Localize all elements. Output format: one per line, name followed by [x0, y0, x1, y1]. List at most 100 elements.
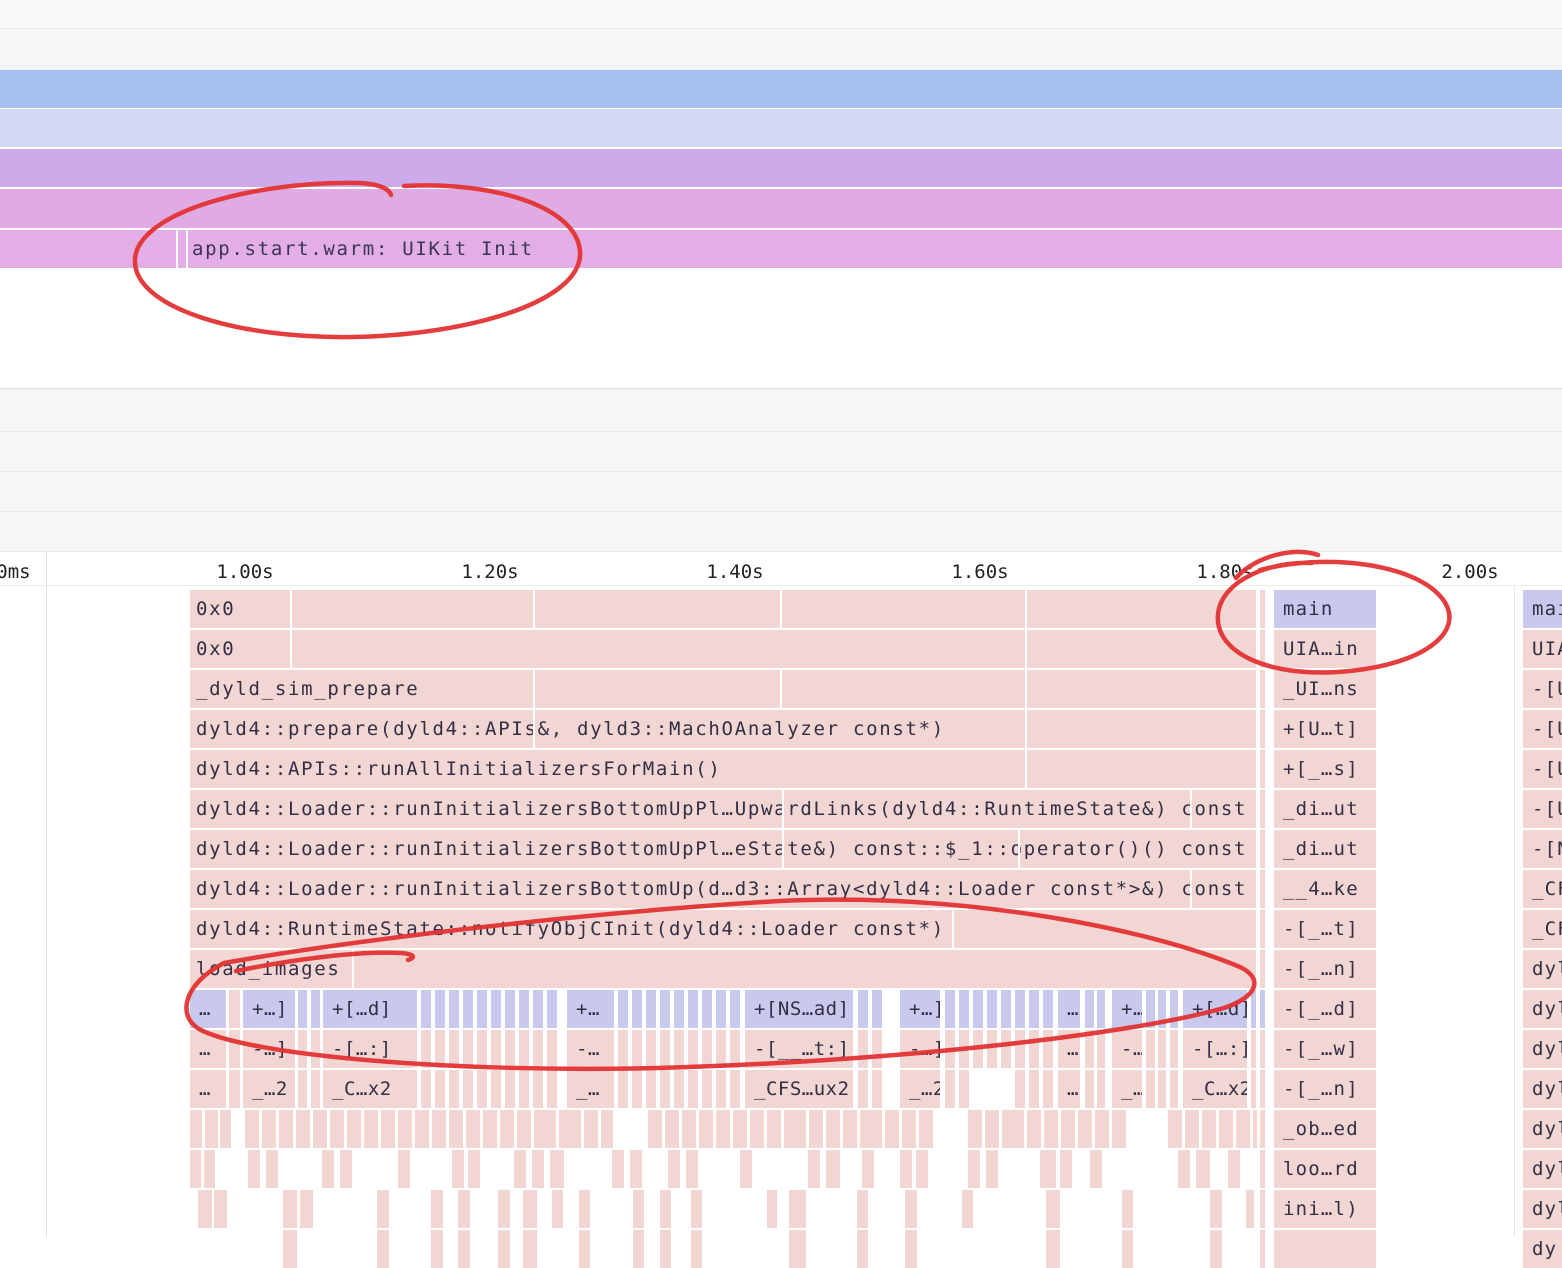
flame-frame[interactable] [519, 990, 529, 1028]
mini-bar[interactable] [862, 1150, 874, 1188]
flame-frame[interactable] [435, 1070, 445, 1108]
mini-bar[interactable] [968, 1110, 982, 1148]
mini-bar[interactable] [1246, 1190, 1254, 1228]
stack-cell[interactable]: -[_…d] [1274, 990, 1376, 1028]
flame-frame[interactable] [646, 1070, 656, 1108]
flame-frame[interactable]: _C…x2 [1183, 1070, 1247, 1108]
flame-frame[interactable] [973, 1030, 983, 1068]
flame-frame[interactable] [1170, 990, 1178, 1028]
mini-bar[interactable] [398, 1150, 410, 1188]
flame-frame[interactable]: -…] [243, 1030, 295, 1068]
flame-frame[interactable] [1260, 990, 1265, 1028]
mini-bar[interactable] [1260, 1110, 1265, 1148]
flame-frame[interactable]: -…] [900, 1030, 940, 1068]
mini-bar[interactable] [826, 1110, 840, 1148]
mini-bar[interactable] [660, 1230, 671, 1268]
flame-frame[interactable] [463, 990, 473, 1028]
mini-bar[interactable] [1219, 1110, 1233, 1148]
flame-frame[interactable] [730, 990, 740, 1028]
flame-frame[interactable] [858, 1030, 868, 1068]
stack-cell[interactable]: -[_…n] [1274, 1070, 1376, 1108]
mini-bar[interactable] [691, 1230, 702, 1268]
mini-bar[interactable] [630, 1150, 642, 1188]
flame-frame[interactable]: … [1058, 990, 1080, 1028]
flame-frame[interactable] [646, 1030, 656, 1068]
flame-frame[interactable] [716, 990, 726, 1028]
flame-frame[interactable] [945, 990, 955, 1028]
stack-cell-far[interactable]: dyl [1523, 1030, 1562, 1068]
flame-frame[interactable] [632, 990, 642, 1028]
stack-cell-far[interactable]: dyl [1523, 1190, 1562, 1228]
flame-frame[interactable] [1251, 1070, 1256, 1108]
flame-frame[interactable] [421, 990, 431, 1028]
flame-frame[interactable]: +… [567, 990, 614, 1028]
flame-frame[interactable] [688, 990, 698, 1028]
flame-frame[interactable] [632, 1070, 642, 1108]
flame-frame[interactable]: … [1058, 1070, 1080, 1108]
flame-frame[interactable] [674, 1070, 684, 1108]
flame-frame[interactable] [1158, 990, 1166, 1028]
mini-bar[interactable] [843, 1110, 857, 1148]
mini-bar[interactable] [584, 1110, 598, 1148]
flame-frame[interactable]: … [190, 1070, 226, 1108]
mini-bar[interactable] [1027, 1110, 1041, 1148]
mini-bar[interactable] [283, 1230, 297, 1268]
track-lavender[interactable] [0, 109, 1562, 147]
track-pink[interactable] [0, 189, 1562, 228]
mini-bar[interactable] [1090, 1150, 1102, 1188]
frame-sliver[interactable] [1260, 830, 1265, 868]
flame-frame[interactable] [435, 1030, 445, 1068]
mini-bar[interactable] [1178, 1150, 1190, 1188]
flame-frame[interactable]: _dyld_sim_prepare [190, 670, 1256, 708]
flame-frame[interactable] [533, 990, 543, 1028]
flame-frame[interactable]: … [1058, 1030, 1080, 1068]
mini-bar[interactable] [826, 1150, 840, 1188]
mini-bar[interactable] [686, 1150, 698, 1188]
stack-cell[interactable]: +[U…t] [1274, 710, 1376, 748]
flame-frame[interactable] [660, 1030, 670, 1068]
mini-bar[interactable] [300, 1190, 313, 1228]
flame-frame[interactable] [1001, 1030, 1011, 1068]
mini-bar[interactable] [579, 1190, 590, 1228]
mini-bar[interactable] [633, 1190, 644, 1228]
stack-cell-far[interactable]: mai [1523, 590, 1562, 628]
flame-frame[interactable] [449, 1070, 459, 1108]
flame-frame[interactable] [1043, 1030, 1053, 1068]
mini-bar[interactable] [1228, 1150, 1240, 1188]
mini-bar[interactable] [1112, 1110, 1126, 1148]
flame-frame[interactable]: dyld4::APIs::runAllInitializersForMain() [190, 750, 1256, 788]
mini-bar[interactable] [1236, 1110, 1250, 1148]
flame-frame[interactable] [959, 990, 969, 1028]
flame-frame[interactable]: -[…:] [1183, 1030, 1247, 1068]
flame-frame[interactable] [1015, 1030, 1025, 1068]
mini-bar[interactable] [466, 1110, 480, 1148]
stack-cell[interactable]: main [1274, 590, 1376, 628]
stack-cell[interactable]: +[_…s] [1274, 750, 1376, 788]
mini-bar[interactable] [750, 1110, 764, 1148]
flame-frame[interactable] [463, 1030, 473, 1068]
mini-bar[interactable] [916, 1150, 928, 1188]
mini-bar[interactable] [517, 1110, 531, 1148]
mini-bar[interactable] [532, 1150, 544, 1188]
flame-frame[interactable]: … [190, 990, 226, 1028]
flame-frame[interactable] [1097, 1070, 1105, 1108]
mini-bar[interactable] [381, 1110, 395, 1148]
mini-bar[interactable] [190, 1110, 202, 1148]
mini-bar[interactable] [985, 1110, 999, 1148]
flame-frame[interactable]: -… [567, 1030, 614, 1068]
flame-frame[interactable]: dyld4::Loader::runInitializersBottomUpPl… [190, 830, 1256, 868]
flame-frame[interactable]: -… [1112, 1030, 1142, 1068]
flame-frame[interactable] [1097, 990, 1105, 1028]
mini-bar[interactable] [458, 1190, 470, 1228]
mini-bar[interactable] [905, 1230, 917, 1268]
flame-frame[interactable] [688, 1070, 698, 1108]
flame-frame[interactable] [1015, 1070, 1025, 1108]
mini-bar[interactable] [1202, 1110, 1216, 1148]
flame-frame[interactable] [959, 1030, 969, 1068]
mini-bar[interactable] [266, 1150, 278, 1188]
flame-frame[interactable] [858, 1070, 868, 1108]
flame-frame[interactable]: +…] [243, 990, 295, 1028]
frame-sliver[interactable] [1260, 710, 1265, 748]
mini-bar[interactable] [190, 1150, 201, 1188]
flame-frame[interactable] [618, 1030, 628, 1068]
